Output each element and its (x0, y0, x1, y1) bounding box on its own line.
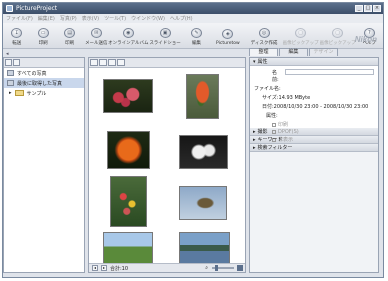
maximize-button[interactable]: □ (364, 5, 372, 12)
edit-button[interactable]: ✎ 編集 (186, 28, 207, 46)
mail-button[interactable]: ✉ メール送信 (85, 28, 108, 46)
menu-tools[interactable]: ツール(T) (104, 15, 126, 22)
picturetown-button[interactable]: ◈ Picturetow (212, 29, 243, 46)
name-field[interactable] (285, 69, 374, 75)
view-button-4[interactable] (117, 59, 125, 66)
disc-button[interactable]: ◎ ディスク作成 (248, 28, 279, 46)
folder-icon (14, 90, 24, 96)
menu-bar: ファイル(F) 編集(E) 写真(P) 表示(V) ツール(T) ウインドウ(W… (3, 14, 383, 23)
transfer-button[interactable]: ↧ 転送 (6, 28, 27, 46)
print-checkbox[interactable]: 印刷 (254, 121, 374, 128)
thumbnail-grid (89, 68, 245, 264)
pickup-icon: ▢ (295, 28, 307, 38)
title-bar: PictureProject _ □ × (3, 3, 383, 14)
online-album-button[interactable]: ◉ オンラインアルバム (108, 28, 149, 46)
expand-arrow-icon: ▾ (253, 58, 256, 65)
expand-arrow-icon[interactable]: ▸ (9, 90, 12, 96)
file-size: サイズ:14.93 MByte (262, 95, 311, 101)
brand-logo: Nikon (354, 35, 377, 44)
print-button[interactable]: ▭ 印刷 (32, 28, 53, 46)
section-search-filter[interactable]: ▸ 検索フィルター (250, 144, 378, 152)
menu-edit[interactable]: 編集(E) (38, 15, 55, 22)
section-attributes[interactable]: ▾ 属性 (250, 58, 378, 66)
toolbar: ↧ 転送 ▭ 印刷 ▤ 印刷 ✉ メール送信 ◉ オンラインアルバム ▣ スライドショー ✎… (3, 23, 383, 49)
last-imported-icon (7, 80, 14, 86)
info-panel: ▾ 属性 名前: ファイル名: サイズ:14.93 MByte 日付:2008/… (249, 57, 379, 273)
thumbnail-park[interactable] (103, 232, 153, 264)
new-folder-button[interactable] (5, 59, 12, 66)
online-album-icon: ◉ (122, 28, 134, 38)
menu-help[interactable]: ヘルプ(H) (170, 15, 193, 22)
slideshow-button[interactable]: ▣ スライドショー (149, 28, 181, 46)
next-arrow-icon[interactable]: ▸ (101, 265, 107, 271)
tree-item-all-photos[interactable]: すべての写真 (4, 68, 84, 78)
pickup-button[interactable]: ▢ 画像ピックアップ (283, 28, 319, 46)
thumbnail-white-flower[interactable] (179, 135, 228, 169)
transfer-icon: ↧ (11, 28, 23, 38)
minimize-button[interactable]: _ (355, 5, 363, 12)
thumbnail-flowers-red[interactable] (103, 79, 153, 113)
window-title: PictureProject (16, 5, 58, 12)
app-icon (6, 5, 13, 12)
menu-photo[interactable]: 写真(P) (60, 15, 77, 22)
slideshow-icon: ▣ (159, 28, 171, 38)
thumbnail-lake[interactable] (179, 232, 230, 264)
picturetown-icon: ◈ (222, 29, 234, 39)
folder-toolbar (4, 58, 84, 68)
file-date: 日付:2008/10/30 23:00 - 2008/10/30 23:00 (262, 104, 369, 110)
menu-window[interactable]: ウインドウ(W) (131, 15, 165, 22)
close-button[interactable]: × (373, 5, 381, 12)
section-shooting[interactable]: ▸ 撮影 (250, 128, 378, 136)
zoom-slider-knob[interactable] (215, 265, 218, 271)
expand-arrow-icon: ▸ (253, 128, 256, 135)
thumbnail-bird[interactable] (179, 186, 227, 220)
status-bar: ◂ ▸ 合計:10 ⌕ (89, 263, 245, 272)
view-toolbar (89, 58, 245, 68)
grid-view-icon[interactable] (237, 265, 243, 271)
tab-edit[interactable]: 編集 (279, 48, 308, 56)
thumbnail-orange-flower[interactable] (107, 131, 150, 169)
pickup2-icon: ▢ (332, 28, 344, 38)
disc-icon: ◎ (258, 28, 270, 38)
attributes-body: 名前: ファイル名: サイズ:14.93 MByte 日付:2008/10/30… (250, 66, 378, 143)
edit-icon: ✎ (191, 28, 203, 38)
photo-count: 合計:10 (110, 265, 129, 272)
section-keywords[interactable]: ▸ キーワード (250, 136, 378, 144)
tree-item-sample[interactable]: ▸ サンプル (4, 88, 84, 98)
view-button-3[interactable] (108, 59, 116, 66)
print-icon: ▭ (37, 28, 49, 38)
folder-options-button[interactable] (13, 59, 20, 66)
menu-file[interactable]: ファイル(F) (6, 15, 33, 22)
print-layout-icon: ▤ (64, 28, 76, 38)
menu-view[interactable]: 表示(V) (82, 15, 99, 22)
zoom-slider[interactable] (212, 265, 234, 271)
thumbnail-tulip[interactable] (186, 74, 219, 119)
prev-arrow-icon[interactable]: ◂ (92, 265, 98, 271)
all-photos-icon (7, 70, 14, 76)
thumbnail-garden[interactable] (110, 176, 147, 227)
mail-icon: ✉ (90, 28, 102, 38)
tree-item-last-imported[interactable]: 最後に取得した写真 (4, 78, 84, 88)
tab-organize[interactable]: 整理 (249, 48, 278, 56)
collapse-arrow-icon[interactable]: ◂ (6, 51, 9, 57)
right-tabs: 整理 編集 デザイン (249, 48, 379, 57)
view-button-1[interactable] (90, 59, 98, 66)
print-layout-button[interactable]: ▤ 印刷 (59, 28, 80, 46)
view-button-2[interactable] (99, 59, 107, 66)
expand-arrow-icon: ▸ (253, 144, 256, 151)
folder-panel: すべての写真 最後に取得した写真 ▸ サンプル (3, 57, 85, 273)
expand-arrow-icon: ▸ (253, 136, 256, 143)
thumbnail-panel: ◂ ▸ 合計:10 ⌕ (88, 57, 246, 273)
tab-design[interactable]: デザイン (309, 48, 338, 56)
zoom-icon[interactable]: ⌕ (205, 265, 208, 271)
pickup2-button[interactable]: ▢ 画像ピックアップ (320, 28, 356, 46)
